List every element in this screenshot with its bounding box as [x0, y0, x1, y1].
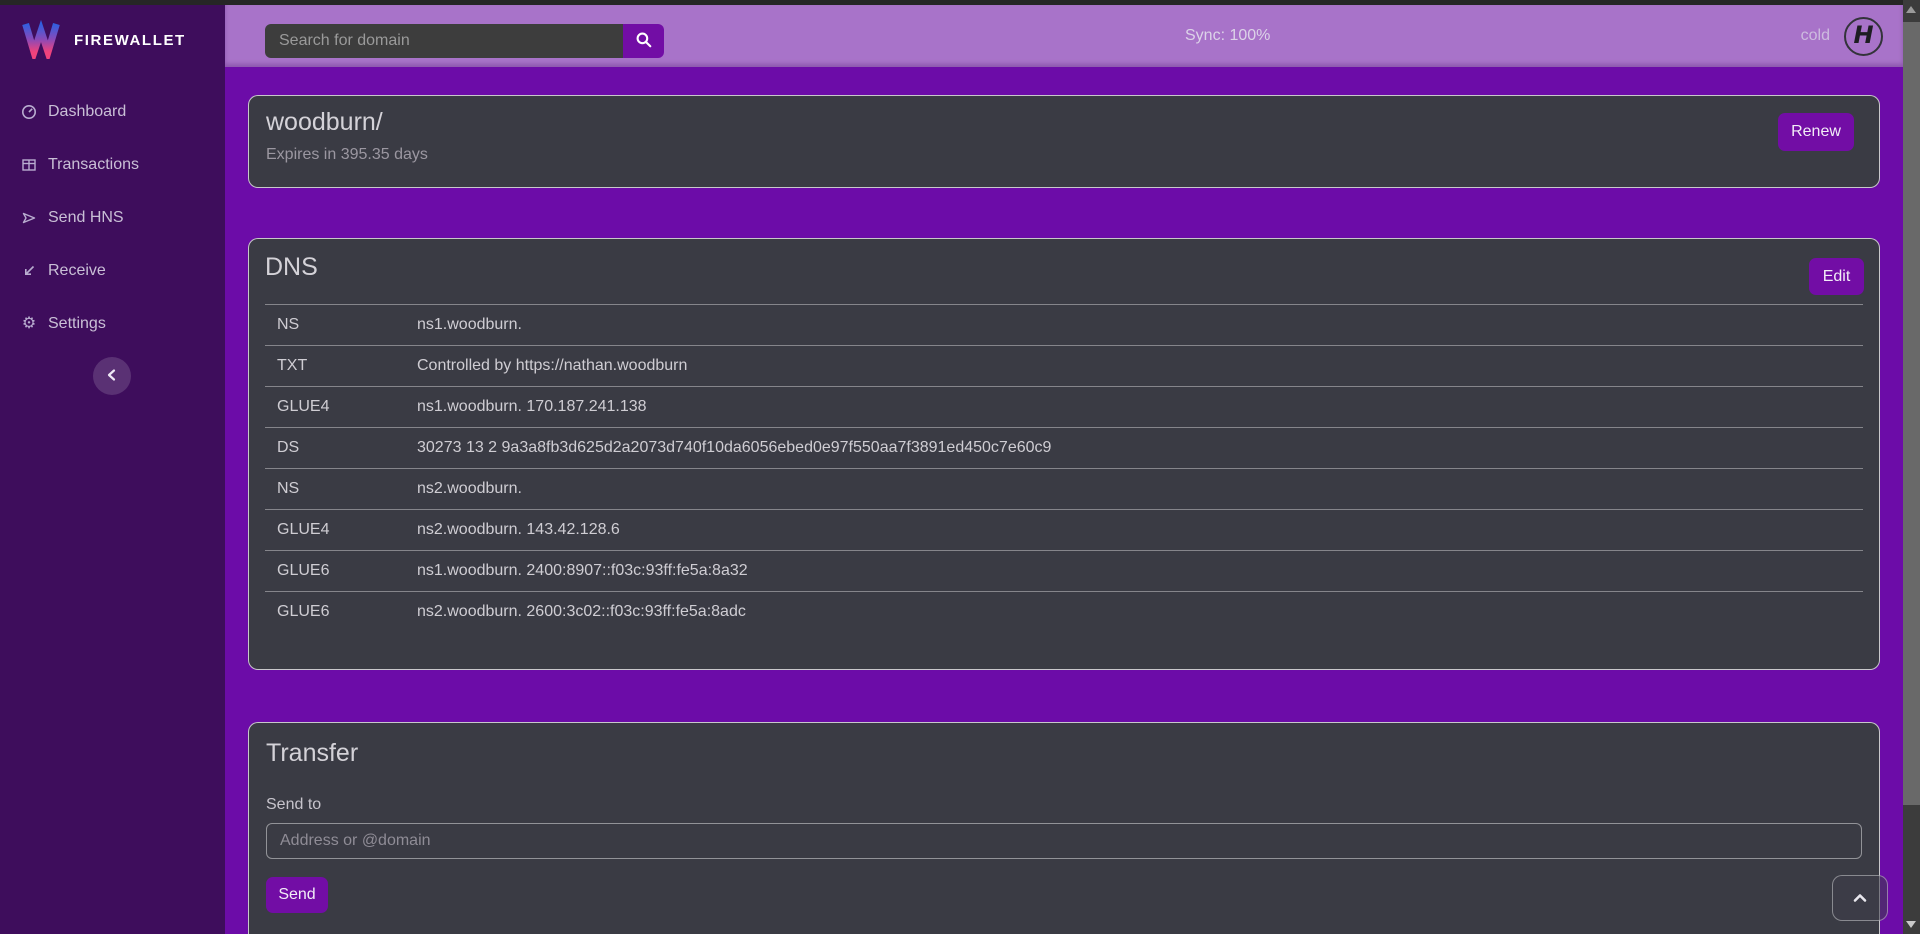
dns-record-type: NS [265, 305, 405, 346]
transfer-card: Transfer Send to Send [248, 722, 1880, 934]
search-input[interactable] [265, 24, 623, 58]
sidebar: FIREWALLET Dashboard Transactions [0, 5, 225, 934]
sidebar-item-label: Transactions [48, 156, 139, 174]
scroll-to-top-button[interactable] [1832, 875, 1888, 921]
chevron-up-icon [1849, 888, 1871, 909]
dns-title: DNS [265, 253, 1863, 282]
send-icon [20, 210, 38, 226]
brand[interactable]: FIREWALLET [0, 5, 225, 71]
wallet-name: cold [1801, 27, 1830, 45]
sidebar-collapse-button[interactable] [93, 357, 131, 395]
receive-icon [20, 263, 38, 279]
table-row: DS30273 13 2 9a3a8fb3d625d2a2073d740f10d… [265, 428, 1863, 469]
sidebar-item-settings[interactable]: ⚙ Settings [0, 297, 225, 350]
chevron-left-icon [103, 366, 121, 387]
topbar: Sync: 100% cold H [225, 5, 1903, 67]
dns-record-value: 30273 13 2 9a3a8fb3d625d2a2073d740f10da6… [405, 428, 1863, 469]
table-row: GLUE6ns2.woodburn. 2600:3c02::f03c:93ff:… [265, 592, 1863, 633]
sidebar-item-label: Send HNS [48, 209, 124, 227]
transactions-icon [20, 157, 38, 173]
sidebar-item-dashboard[interactable]: Dashboard [0, 85, 225, 138]
domain-expiry: Expires in 395.35 days [266, 146, 1862, 164]
dns-record-value: ns1.woodburn. 2400:8907::f03c:93ff:fe5a:… [405, 551, 1863, 592]
dns-record-value: ns2.woodburn. 143.42.128.6 [405, 510, 1863, 551]
dns-record-value: ns1.woodburn. 170.187.241.138 [405, 387, 1863, 428]
table-row: NSns2.woodburn. [265, 469, 1863, 510]
handshake-logo-icon[interactable]: H [1844, 17, 1883, 56]
sidebar-item-transactions[interactable]: Transactions [0, 138, 225, 191]
table-row: GLUE4ns1.woodburn. 170.187.241.138 [265, 387, 1863, 428]
transfer-address-input[interactable] [266, 823, 1862, 859]
dns-table: NSns1.woodburn.TXTControlled by https://… [265, 304, 1863, 633]
gear-icon: ⚙ [20, 316, 38, 332]
domain-title: woodburn/ [266, 108, 1862, 137]
scrollbar-up-arrow[interactable] [1906, 6, 1916, 13]
dns-card: DNS Edit NSns1.woodburn.TXTControlled by… [248, 238, 1880, 670]
edit-dns-button[interactable]: Edit [1809, 258, 1864, 295]
sidebar-item-label: Dashboard [48, 103, 126, 121]
transfer-title: Transfer [266, 739, 1862, 768]
domain-card: woodburn/ Expires in 395.35 days Renew [248, 95, 1880, 188]
sidebar-item-receive[interactable]: Receive [0, 244, 225, 297]
dns-record-value: ns1.woodburn. [405, 305, 1863, 346]
sidebar-item-send-hns[interactable]: Send HNS [0, 191, 225, 244]
dns-record-type: NS [265, 469, 405, 510]
sidebar-nav: Dashboard Transactions Send HNS [0, 85, 225, 350]
dns-record-value: ns2.woodburn. [405, 469, 1863, 510]
send-transfer-button[interactable]: Send [266, 877, 328, 913]
renew-button[interactable]: Renew [1778, 113, 1854, 151]
dns-record-type: GLUE6 [265, 592, 405, 633]
dns-record-type: GLUE6 [265, 551, 405, 592]
dns-record-type: DS [265, 428, 405, 469]
send-to-label: Send to [266, 796, 1862, 814]
sidebar-item-label: Receive [48, 262, 106, 280]
dns-record-type: GLUE4 [265, 387, 405, 428]
wallet-area: cold H [1801, 5, 1883, 67]
dns-record-type: TXT [265, 346, 405, 387]
table-row: NSns1.woodburn. [265, 305, 1863, 346]
search-button[interactable] [623, 24, 664, 58]
scrollbar-thumb[interactable] [1903, 22, 1920, 805]
brand-title: FIREWALLET [74, 32, 186, 49]
table-row: GLUE6ns1.woodburn. 2400:8907::f03c:93ff:… [265, 551, 1863, 592]
domain-search [265, 24, 664, 58]
dns-record-value: ns2.woodburn. 2600:3c02::f03c:93ff:fe5a:… [405, 592, 1863, 633]
sidebar-item-label: Settings [48, 315, 106, 333]
table-row: GLUE4ns2.woodburn. 143.42.128.6 [265, 510, 1863, 551]
dns-record-type: GLUE4 [265, 510, 405, 551]
main-content: woodburn/ Expires in 395.35 days Renew D… [225, 67, 1903, 934]
sync-status: Sync: 100% [1185, 5, 1270, 67]
search-icon [635, 31, 653, 52]
firewallet-logo-icon [20, 17, 62, 64]
page-scrollbar[interactable] [1903, 0, 1920, 934]
dashboard-icon [20, 104, 38, 120]
table-row: TXTControlled by https://nathan.woodburn [265, 346, 1863, 387]
scrollbar-down-arrow[interactable] [1906, 921, 1916, 928]
dns-table-body: NSns1.woodburn.TXTControlled by https://… [265, 305, 1863, 633]
dns-record-value: Controlled by https://nathan.woodburn [405, 346, 1863, 387]
